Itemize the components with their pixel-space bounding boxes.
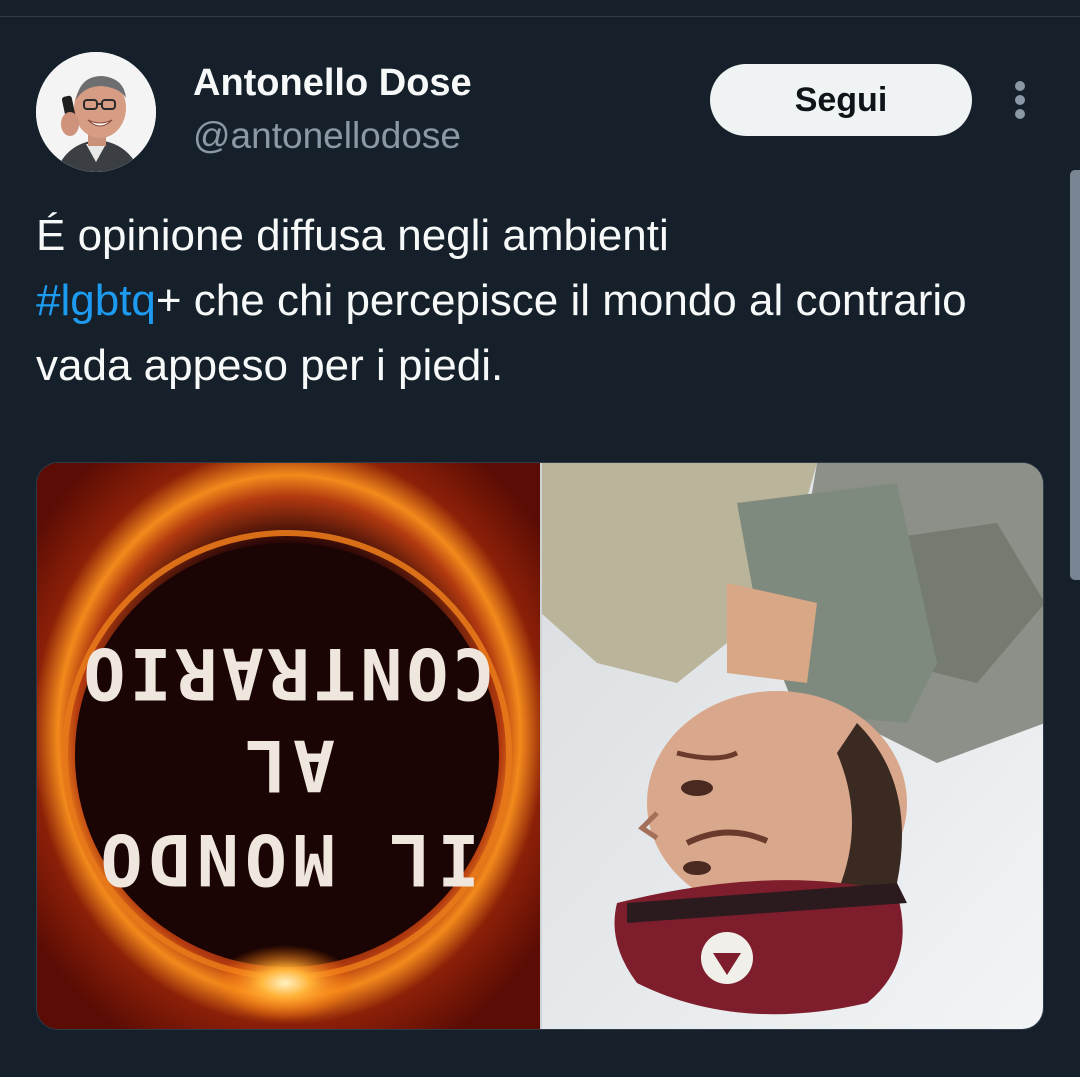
top-divider — [0, 16, 1080, 17]
tweet-media-image[interactable]: IL MONDO AL CONTRARIO — [36, 462, 1044, 1030]
author-handle[interactable]: @antonellodose — [193, 115, 461, 157]
cover-text-line3: CONTRARIO — [79, 632, 494, 714]
avatar[interactable] — [36, 52, 156, 172]
scrollbar[interactable] — [1070, 170, 1080, 580]
upside-down-photo — [541, 463, 1043, 1029]
cover-text-line2: AL — [239, 724, 335, 806]
tweet-text-part2: + che chi percepisce il mondo al contrar… — [36, 276, 967, 390]
author-display-name[interactable]: Antonello Dose — [193, 62, 472, 105]
follow-button[interactable]: Segui — [710, 64, 972, 136]
more-options-icon[interactable] — [1004, 78, 1036, 122]
cover-text-line1: IL MONDO — [94, 818, 479, 900]
tweet-text-part1: É opinione diffusa negli ambienti — [36, 211, 669, 260]
book-cover: IL MONDO AL CONTRARIO — [37, 463, 541, 1029]
hashtag-link[interactable]: #lgbtq — [36, 276, 156, 325]
tweet-screen: Antonello Dose @antonellodose Segui É op… — [0, 0, 1080, 1077]
tweet-text: É opinione diffusa negli ambienti #lgbtq+… — [36, 203, 1046, 398]
